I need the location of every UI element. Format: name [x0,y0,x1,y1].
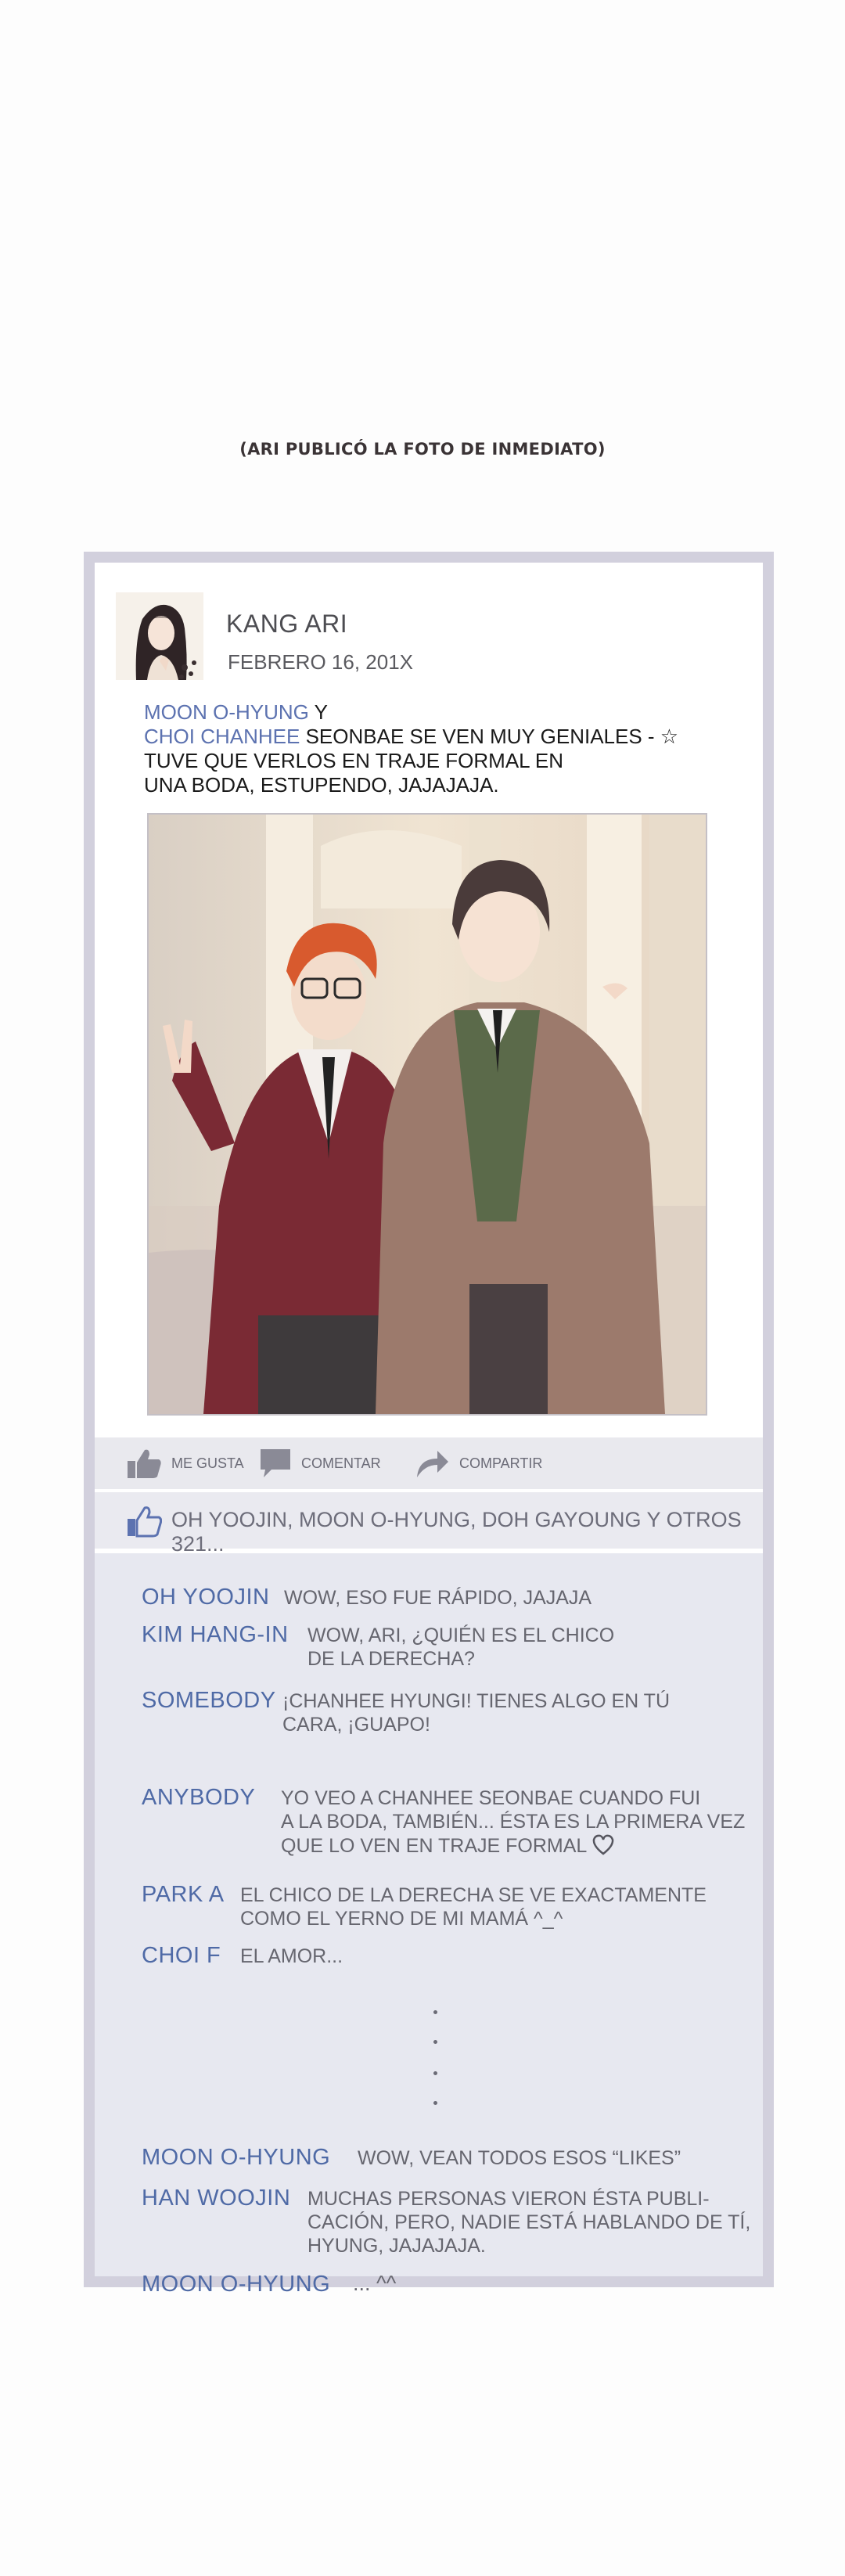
share-label: COMPARTIR [459,1455,543,1471]
comment-text: EL CHICO DE LA DERECHA SE VE EXACTAMENTE… [240,1884,707,1930]
post-header: KANG ARI FEBRERO 16, 201X MOON O-HYUNG Y… [95,563,763,1437]
post-author-name[interactable]: KANG ARI [226,610,347,639]
post-action-bar: ME GUSTA COMENTAR COMPARTIR [95,1437,763,1489]
post-text: MOON O-HYUNG Y CHOI CHANHEE SEONBAE SE V… [144,700,707,797]
post-text-fragment: Y [308,700,328,724]
comment-text: MUCHAS PERSONAS VIERON ÉSTA PUBLI- CACIÓ… [307,2188,751,2257]
commenter-name[interactable]: ANYBODY [142,1785,255,1811]
commenter-name[interactable]: MOON O-HYUNG [142,2145,330,2171]
post-text-line: TUVE QUE VERLOS EN TRAJE FORMAL EN [144,749,563,772]
commenter-name[interactable]: CHOI F [142,1943,221,1969]
post-text-fragment: SEONBAE SE VEN MUY GENIALES - ☆ [300,725,679,748]
share-arrow-icon [415,1448,450,1479]
comment-list: OH YOOJIN WOW, ESO FUE RÁPIDO, JAJAJA KI… [95,1553,763,2297]
likes-summary-text: OH YOOJIN, MOON O-HYUNG, DOH GAYOUNG Y O… [171,1508,742,1556]
story-caption: (ARI PUBLICÓ LA FOTO DE INMEDIATO) [239,440,606,459]
social-post-frame: KANG ARI FEBRERO 16, 201X MOON O-HYUNG Y… [84,552,774,2297]
heart-icon [592,1833,615,1861]
speech-bubble-icon [259,1448,292,1479]
tagged-user-link[interactable]: CHOI CHANHEE [144,725,300,748]
comment-label: COMENTAR [301,1455,381,1471]
ellipsis-dot [433,2101,437,2105]
comment-text: WOW, ESO FUE RÁPIDO, JAJAJA [284,1587,592,1609]
thumbs-up-icon [126,1505,163,1542]
post-photo[interactable] [147,813,707,1416]
commenter-name[interactable]: OH YOOJIN [142,1585,270,1610]
share-button[interactable]: COMPARTIR [415,1437,542,1489]
social-post-card: KANG ARI FEBRERO 16, 201X MOON O-HYUNG Y… [95,563,763,2297]
ellipsis-dot [433,2010,437,2014]
commenter-name[interactable]: HAN WOOJIN [142,2186,290,2211]
avatar[interactable] [116,592,203,680]
likes-summary-bar[interactable]: OH YOOJIN, MOON O-HYUNG, DOH GAYOUNG Y O… [95,1492,763,1556]
post-date: FEBRERO 16, 201X [228,650,413,674]
comment-button[interactable]: COMENTAR [259,1437,381,1489]
ellipsis-dot [433,2040,437,2044]
like-label: ME GUSTA [171,1455,244,1471]
like-button[interactable]: ME GUSTA [126,1437,244,1489]
post-text-line: UNA BODA, ESTUPENDO, JAJAJAJA. [144,773,499,797]
commenter-name[interactable]: KIM HANG-IN [142,1622,289,1648]
ellipsis-dot [433,2071,437,2075]
commenter-name[interactable]: MOON O-HYUNG [142,2272,330,2297]
comment-text: WOW, ARI, ¿QUIÉN ES EL CHICO DE LA DEREC… [307,1624,615,1670]
commenter-name[interactable]: PARK A [142,1882,225,1908]
comment-text: ... ^^ [353,2272,397,2295]
tagged-user-link[interactable]: MOON O-HYUNG [144,700,309,724]
commenter-name[interactable]: SOMEBODY [142,1688,276,1714]
comment-text: YO VEO A CHANHEE SEONBAE CUANDO FUI A LA… [281,1786,745,1861]
thumbs-up-icon [126,1447,162,1480]
comment-text: ¡CHANHEE HYUNGI! TIENES ALGO EN TÚ CARA,… [282,1690,671,1736]
comment-text: EL AMOR... [240,1945,343,1967]
comment-text: WOW, VEAN TODOS ESOS “LIKES” [358,2147,681,2169]
